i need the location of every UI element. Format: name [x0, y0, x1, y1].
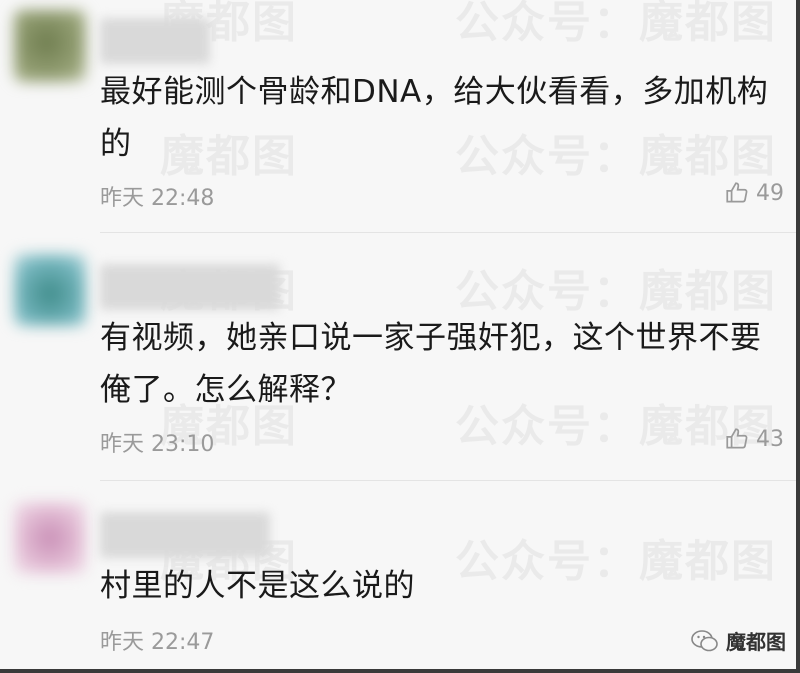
like-count: 43 — [756, 426, 784, 452]
comment-time: 昨天 23:10 — [100, 432, 215, 457]
comment-time: 昨天 22:48 — [100, 186, 215, 211]
username-blurred[interactable] — [100, 264, 280, 310]
comment-text: 村里的人不是这么说的 — [100, 568, 415, 604]
avatar[interactable] — [14, 254, 86, 326]
like-button[interactable]: 43 — [724, 426, 784, 452]
comment-text: 最好能测个骨龄和DNA，给大伙看看，多加机构的 — [100, 74, 769, 162]
brand-name: 魔都图 — [726, 630, 786, 654]
comment-time: 昨天 22:47 — [100, 630, 215, 655]
avatar[interactable] — [14, 502, 86, 574]
comment-list: 公众号：魔都图 魔都图 公众号：魔都图 魔都图 公众号：魔都图 魔都图 公众号：… — [0, 0, 800, 673]
like-count: 49 — [756, 180, 784, 206]
username-blurred[interactable] — [100, 18, 210, 64]
comment-text: 有视频，她亲口说一家子强奸犯，这个世界不要俺了。怎么解释？ — [100, 320, 762, 408]
divider — [100, 480, 796, 481]
watermark: 公众号：魔都图 — [455, 0, 777, 48]
avatar[interactable] — [14, 10, 86, 82]
like-button[interactable]: 49 — [724, 180, 784, 206]
thumbs-up-icon — [726, 428, 748, 449]
thumbs-up-icon — [726, 182, 748, 203]
wechat-icon — [691, 629, 718, 651]
divider — [100, 232, 796, 233]
watermark: 公众号：魔都图 — [455, 266, 777, 317]
brand-badge: 魔都图 — [690, 626, 786, 655]
username-blurred[interactable] — [100, 512, 270, 558]
